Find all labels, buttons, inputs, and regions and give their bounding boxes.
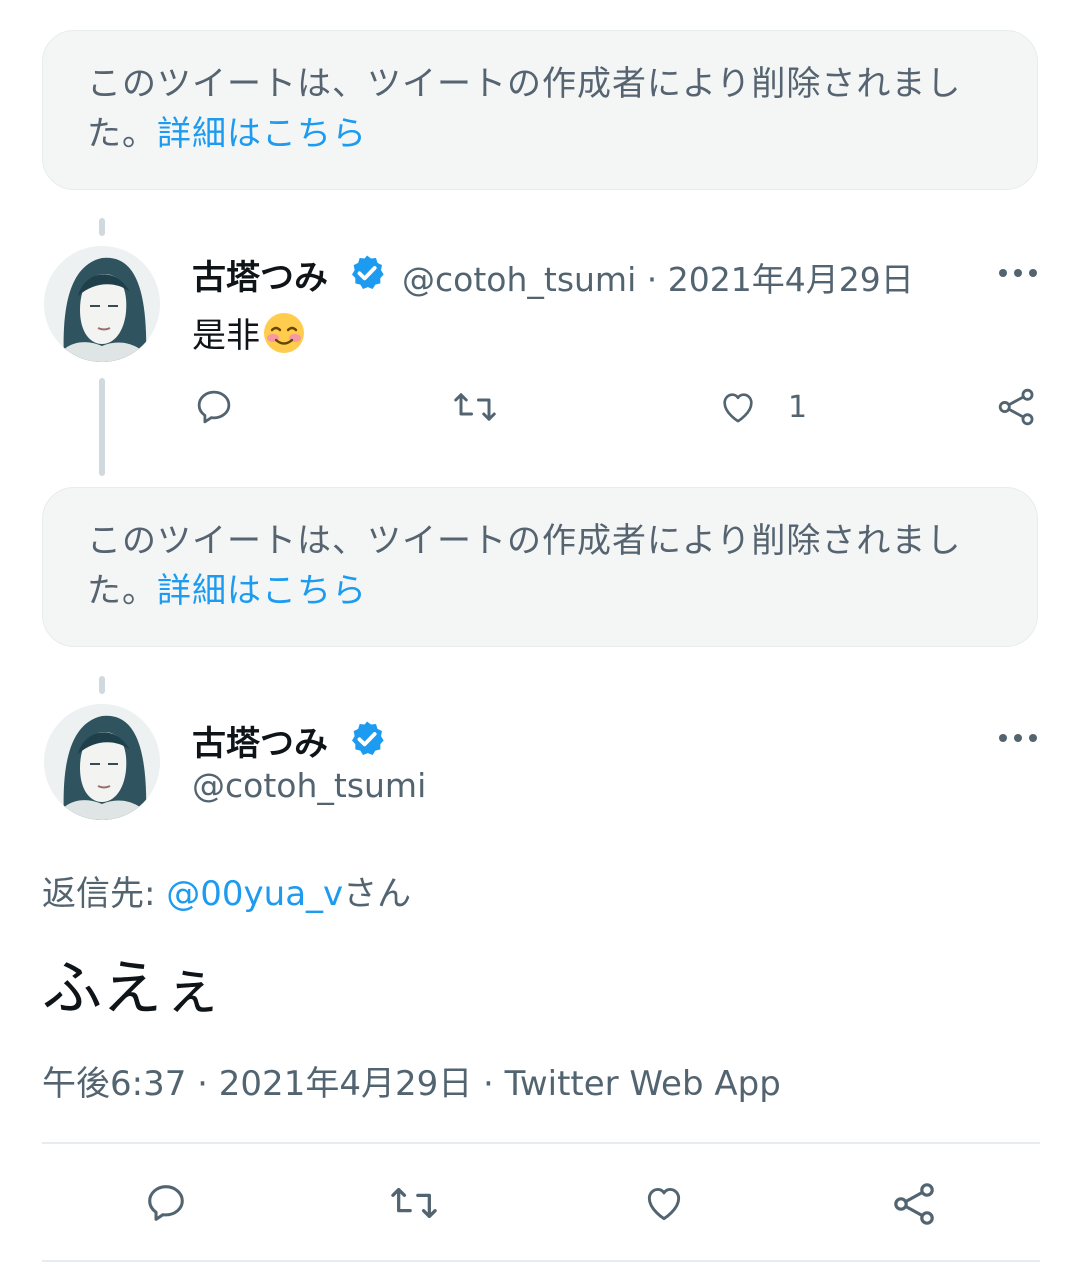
like-icon <box>723 393 753 423</box>
tweet-text: ふえぇ <box>42 954 222 1024</box>
tweet-date[interactable]: 2021年4月29日 <box>668 260 914 299</box>
more-icon[interactable] <box>998 732 1038 744</box>
separator: · <box>483 1064 494 1104</box>
separator: · <box>197 1064 208 1104</box>
retweet-button[interactable] <box>388 1180 440 1226</box>
share-button[interactable] <box>891 1180 939 1228</box>
replying-suffix: さん <box>343 874 412 914</box>
thread-line <box>99 676 105 694</box>
handle[interactable]: @cotoh_tsumi <box>402 260 636 299</box>
reply-icon <box>197 390 231 424</box>
handle[interactable]: @cotoh_tsumi <box>192 766 426 805</box>
reply-icon <box>148 1185 184 1221</box>
avatar-image <box>44 246 160 362</box>
share-icon <box>894 1183 934 1225</box>
replying-label: 返信先: <box>42 874 167 914</box>
avatar-image <box>44 704 160 820</box>
avatar[interactable] <box>44 704 160 820</box>
tweet-timestamp: 午後6:37 · 2021年4月29日 · Twitter Web App <box>42 1056 781 1105</box>
reply-button[interactable] <box>143 1180 189 1226</box>
verified-badge-icon <box>352 721 384 755</box>
deleted-tweet-notice: このツイートは、ツイートの作成者により削除されました。詳細はこちら <box>42 30 1038 190</box>
avatar[interactable] <box>44 246 160 362</box>
retweet-icon <box>454 393 496 421</box>
thread-line <box>99 218 105 236</box>
like-button[interactable] <box>641 1181 687 1225</box>
learn-more-link[interactable]: 詳細はこちら <box>157 571 367 611</box>
smiling-face-emoji-icon <box>264 313 304 353</box>
more-icon[interactable] <box>998 267 1038 279</box>
deleted-tweet-notice: このツイートは、ツイートの作成者により削除されました。詳細はこちら <box>42 487 1038 647</box>
tweet-meta: @cotoh_tsumi · 2021年4月29日 <box>402 253 914 301</box>
tweet-text: 是非 <box>192 308 306 357</box>
retweet-icon <box>391 1187 437 1219</box>
reply-button[interactable] <box>193 386 235 428</box>
display-name[interactable]: 古塔つみ <box>192 250 328 299</box>
retweet-button[interactable] <box>452 386 498 428</box>
separator: · <box>646 260 658 299</box>
tweet-time[interactable]: 午後6:37 <box>42 1064 186 1104</box>
tweet-source[interactable]: Twitter Web App <box>505 1064 781 1104</box>
divider <box>42 1142 1040 1144</box>
divider <box>42 1260 1040 1262</box>
display-name[interactable]: 古塔つみ <box>192 716 328 765</box>
share-icon <box>998 388 1034 426</box>
verified-badge-icon <box>352 255 384 289</box>
replying-to: 返信先: @00yua_vさん <box>42 866 411 915</box>
tweet-date[interactable]: 2021年4月29日 <box>219 1064 472 1104</box>
like-count: 1 <box>788 389 808 425</box>
share-button[interactable] <box>996 386 1038 428</box>
replying-to-link[interactable]: @00yua_v <box>166 874 343 914</box>
like-icon <box>647 1187 681 1221</box>
learn-more-link[interactable]: 詳細はこちら <box>157 114 367 154</box>
tweet-body: 是非 <box>192 316 260 356</box>
like-button[interactable]: 1 <box>718 387 807 427</box>
thread-line <box>99 378 105 476</box>
